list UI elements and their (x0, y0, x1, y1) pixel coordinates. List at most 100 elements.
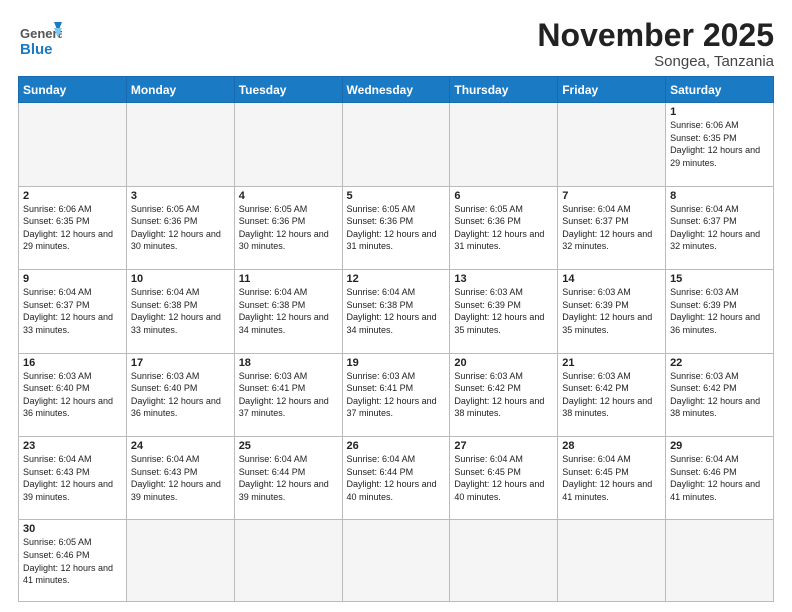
day-number: 7 (562, 190, 661, 202)
day-info: Sunrise: 6:03 AMSunset: 6:40 PMDaylight:… (131, 370, 230, 420)
day-info: Sunrise: 6:03 AMSunset: 6:41 PMDaylight:… (239, 370, 338, 420)
calendar-cell: 23Sunrise: 6:04 AMSunset: 6:43 PMDayligh… (19, 436, 127, 519)
calendar: Sunday Monday Tuesday Wednesday Thursday… (18, 76, 774, 602)
calendar-cell: 16Sunrise: 6:03 AMSunset: 6:40 PMDayligh… (19, 353, 127, 436)
month-title: November 2025 (537, 18, 774, 53)
calendar-cell: 18Sunrise: 6:03 AMSunset: 6:41 PMDayligh… (234, 353, 342, 436)
calendar-row: 23Sunrise: 6:04 AMSunset: 6:43 PMDayligh… (19, 436, 774, 519)
calendar-row: 9Sunrise: 6:04 AMSunset: 6:37 PMDaylight… (19, 270, 774, 353)
calendar-cell (666, 520, 774, 602)
day-info: Sunrise: 6:03 AMSunset: 6:42 PMDaylight:… (670, 370, 769, 420)
calendar-cell: 1Sunrise: 6:06 AMSunset: 6:35 PMDaylight… (666, 103, 774, 186)
calendar-cell: 2Sunrise: 6:06 AMSunset: 6:35 PMDaylight… (19, 186, 127, 269)
day-number: 16 (23, 357, 122, 369)
title-block: November 2025 Songea, Tanzania (537, 18, 774, 70)
header-tuesday: Tuesday (234, 77, 342, 103)
calendar-cell (126, 520, 234, 602)
day-info: Sunrise: 6:05 AMSunset: 6:36 PMDaylight:… (454, 203, 553, 253)
day-info: Sunrise: 6:04 AMSunset: 6:43 PMDaylight:… (23, 453, 122, 503)
calendar-cell: 22Sunrise: 6:03 AMSunset: 6:42 PMDayligh… (666, 353, 774, 436)
day-info: Sunrise: 6:06 AMSunset: 6:35 PMDaylight:… (23, 203, 122, 253)
day-info: Sunrise: 6:04 AMSunset: 6:38 PMDaylight:… (347, 286, 446, 336)
day-number: 3 (131, 190, 230, 202)
day-info: Sunrise: 6:04 AMSunset: 6:37 PMDaylight:… (562, 203, 661, 253)
calendar-cell: 20Sunrise: 6:03 AMSunset: 6:42 PMDayligh… (450, 353, 558, 436)
calendar-cell: 25Sunrise: 6:04 AMSunset: 6:44 PMDayligh… (234, 436, 342, 519)
calendar-row: 30Sunrise: 6:05 AMSunset: 6:46 PMDayligh… (19, 520, 774, 602)
calendar-cell: 11Sunrise: 6:04 AMSunset: 6:38 PMDayligh… (234, 270, 342, 353)
calendar-cell (234, 520, 342, 602)
calendar-cell (450, 520, 558, 602)
header-thursday: Thursday (450, 77, 558, 103)
day-number: 2 (23, 190, 122, 202)
header-sunday: Sunday (19, 77, 127, 103)
day-info: Sunrise: 6:06 AMSunset: 6:35 PMDaylight:… (670, 119, 769, 169)
day-info: Sunrise: 6:04 AMSunset: 6:38 PMDaylight:… (131, 286, 230, 336)
day-info: Sunrise: 6:04 AMSunset: 6:37 PMDaylight:… (23, 286, 122, 336)
calendar-cell: 9Sunrise: 6:04 AMSunset: 6:37 PMDaylight… (19, 270, 127, 353)
day-number: 8 (670, 190, 769, 202)
calendar-cell (234, 103, 342, 186)
calendar-cell: 24Sunrise: 6:04 AMSunset: 6:43 PMDayligh… (126, 436, 234, 519)
day-info: Sunrise: 6:04 AMSunset: 6:44 PMDaylight:… (239, 453, 338, 503)
day-number: 24 (131, 440, 230, 452)
calendar-cell: 21Sunrise: 6:03 AMSunset: 6:42 PMDayligh… (558, 353, 666, 436)
header-friday: Friday (558, 77, 666, 103)
day-info: Sunrise: 6:04 AMSunset: 6:38 PMDaylight:… (239, 286, 338, 336)
day-info: Sunrise: 6:05 AMSunset: 6:36 PMDaylight:… (239, 203, 338, 253)
day-info: Sunrise: 6:04 AMSunset: 6:46 PMDaylight:… (670, 453, 769, 503)
day-info: Sunrise: 6:03 AMSunset: 6:40 PMDaylight:… (23, 370, 122, 420)
day-number: 4 (239, 190, 338, 202)
day-info: Sunrise: 6:05 AMSunset: 6:36 PMDaylight:… (131, 203, 230, 253)
day-number: 28 (562, 440, 661, 452)
day-info: Sunrise: 6:04 AMSunset: 6:43 PMDaylight:… (131, 453, 230, 503)
day-number: 1 (670, 106, 769, 118)
day-number: 5 (347, 190, 446, 202)
day-number: 23 (23, 440, 122, 452)
weekday-header-row: Sunday Monday Tuesday Wednesday Thursday… (19, 77, 774, 103)
day-info: Sunrise: 6:03 AMSunset: 6:39 PMDaylight:… (670, 286, 769, 336)
day-info: Sunrise: 6:04 AMSunset: 6:45 PMDaylight:… (562, 453, 661, 503)
calendar-cell: 28Sunrise: 6:04 AMSunset: 6:45 PMDayligh… (558, 436, 666, 519)
logo-svg: General Blue (18, 18, 62, 62)
calendar-cell: 10Sunrise: 6:04 AMSunset: 6:38 PMDayligh… (126, 270, 234, 353)
location: Songea, Tanzania (537, 53, 774, 70)
day-number: 13 (454, 273, 553, 285)
day-info: Sunrise: 6:03 AMSunset: 6:41 PMDaylight:… (347, 370, 446, 420)
header: General Blue November 2025 Songea, Tanza… (18, 18, 774, 70)
day-number: 9 (23, 273, 122, 285)
day-number: 11 (239, 273, 338, 285)
day-number: 21 (562, 357, 661, 369)
calendar-cell: 17Sunrise: 6:03 AMSunset: 6:40 PMDayligh… (126, 353, 234, 436)
calendar-cell: 29Sunrise: 6:04 AMSunset: 6:46 PMDayligh… (666, 436, 774, 519)
header-monday: Monday (126, 77, 234, 103)
calendar-cell: 6Sunrise: 6:05 AMSunset: 6:36 PMDaylight… (450, 186, 558, 269)
calendar-cell: 7Sunrise: 6:04 AMSunset: 6:37 PMDaylight… (558, 186, 666, 269)
day-info: Sunrise: 6:05 AMSunset: 6:36 PMDaylight:… (347, 203, 446, 253)
calendar-cell: 19Sunrise: 6:03 AMSunset: 6:41 PMDayligh… (342, 353, 450, 436)
calendar-cell: 3Sunrise: 6:05 AMSunset: 6:36 PMDaylight… (126, 186, 234, 269)
day-info: Sunrise: 6:05 AMSunset: 6:46 PMDaylight:… (23, 536, 122, 586)
day-number: 27 (454, 440, 553, 452)
day-number: 12 (347, 273, 446, 285)
calendar-cell (342, 103, 450, 186)
day-number: 15 (670, 273, 769, 285)
calendar-cell (558, 520, 666, 602)
calendar-cell: 5Sunrise: 6:05 AMSunset: 6:36 PMDaylight… (342, 186, 450, 269)
calendar-cell: 15Sunrise: 6:03 AMSunset: 6:39 PMDayligh… (666, 270, 774, 353)
calendar-cell (450, 103, 558, 186)
calendar-cell: 8Sunrise: 6:04 AMSunset: 6:37 PMDaylight… (666, 186, 774, 269)
calendar-cell (342, 520, 450, 602)
svg-text:Blue: Blue (20, 41, 53, 58)
day-info: Sunrise: 6:03 AMSunset: 6:42 PMDaylight:… (454, 370, 553, 420)
calendar-cell: 14Sunrise: 6:03 AMSunset: 6:39 PMDayligh… (558, 270, 666, 353)
header-wednesday: Wednesday (342, 77, 450, 103)
calendar-cell (19, 103, 127, 186)
day-info: Sunrise: 6:04 AMSunset: 6:37 PMDaylight:… (670, 203, 769, 253)
calendar-cell: 4Sunrise: 6:05 AMSunset: 6:36 PMDaylight… (234, 186, 342, 269)
calendar-row: 1Sunrise: 6:06 AMSunset: 6:35 PMDaylight… (19, 103, 774, 186)
calendar-cell (126, 103, 234, 186)
day-info: Sunrise: 6:03 AMSunset: 6:39 PMDaylight:… (454, 286, 553, 336)
day-info: Sunrise: 6:03 AMSunset: 6:42 PMDaylight:… (562, 370, 661, 420)
day-info: Sunrise: 6:04 AMSunset: 6:45 PMDaylight:… (454, 453, 553, 503)
